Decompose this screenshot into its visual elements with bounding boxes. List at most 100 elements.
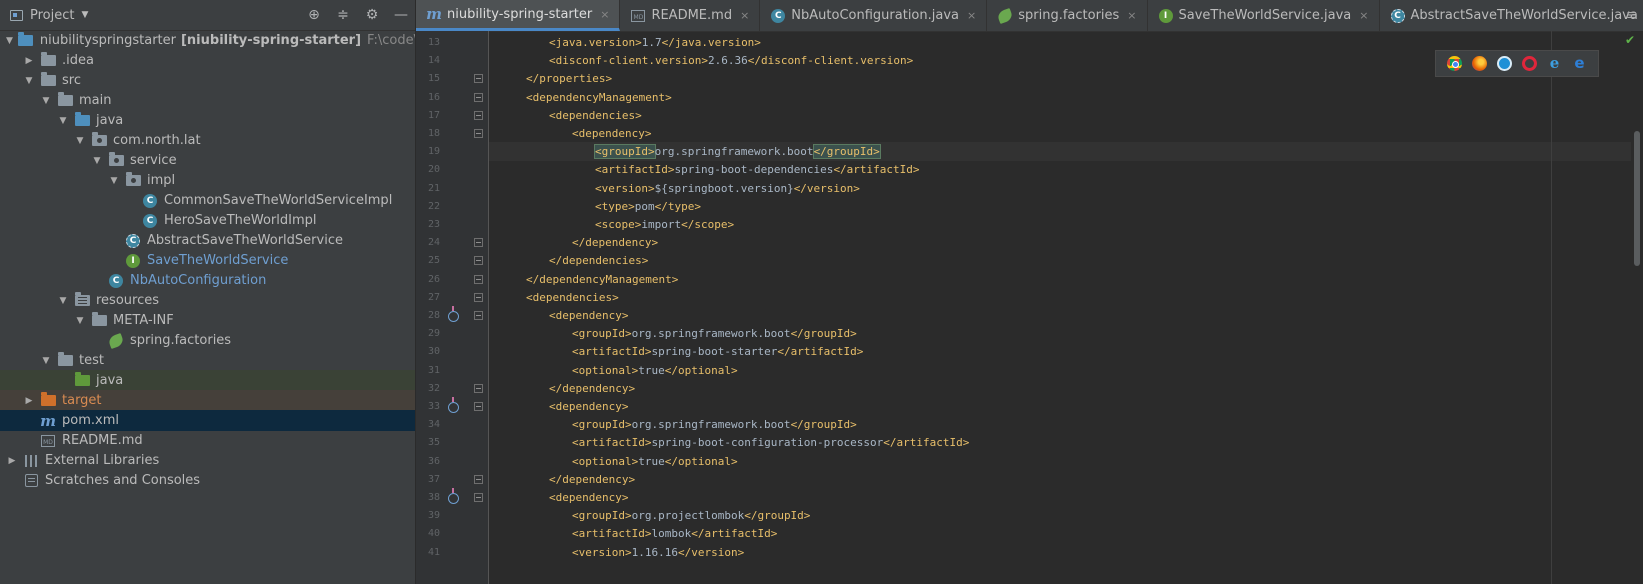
code-line[interactable]: </dependency>: [572, 233, 658, 252]
code-line[interactable]: <groupId> org.springframework.boot </group…: [572, 415, 857, 434]
collapse-icon[interactable]: ≑: [335, 7, 351, 23]
tree-item[interactable]: ▼ service: [0, 150, 415, 171]
code-line[interactable]: </dependency>: [549, 379, 635, 398]
fold-marker-icon[interactable]: [474, 129, 483, 138]
code-line[interactable]: </dependency>: [549, 470, 635, 489]
expand-arrow-icon[interactable]: ▼: [23, 76, 35, 86]
tree-item[interactable]: spring.factories: [0, 330, 415, 351]
editor-tab[interactable]: CAbstractSaveTheWorldService.java×: [1380, 0, 1643, 31]
code-line[interactable]: <groupId> org.projectlombok </groupId>: [572, 506, 810, 525]
collapse-arrow-icon[interactable]: ▶: [6, 456, 18, 466]
collapse-arrow-icon[interactable]: ▶: [23, 396, 35, 406]
tree-item[interactable]: m pom.xml: [0, 410, 415, 431]
expand-arrow-icon[interactable]: ▼: [40, 96, 52, 106]
tree-item[interactable]: Scratches and Consoles: [0, 470, 415, 491]
code-line[interactable]: <version> 1.16.16 </version>: [572, 543, 744, 562]
tree-item[interactable]: ▶ External Libraries: [0, 450, 415, 471]
fold-marker-icon[interactable]: [474, 110, 483, 120]
expand-arrow-icon[interactable]: ▼: [57, 116, 69, 126]
tree-item[interactable]: ▼ niubilityspringstarter [niubility-spring…: [0, 30, 415, 51]
tree-item[interactable]: C AbstractSaveTheWorldService: [0, 230, 415, 251]
dependency-gutter-icon[interactable]: [448, 397, 459, 413]
fold-marker-icon[interactable]: [474, 92, 483, 102]
tab-list-icon[interactable]: ≡: [1626, 0, 1637, 31]
code-line[interactable]: <groupId> org.springframework.boot </group…: [572, 324, 857, 343]
tree-item[interactable]: I SaveTheWorldService: [0, 250, 415, 271]
fold-marker-icon[interactable]: [474, 256, 483, 266]
close-icon[interactable]: ×: [967, 9, 976, 22]
opera-icon[interactable]: [1522, 56, 1537, 71]
expand-arrow-icon[interactable]: ▼: [108, 176, 120, 186]
code-line[interactable]: <dependency>: [549, 306, 628, 325]
scrollbar-thumb[interactable]: [1634, 131, 1640, 266]
inspection-ok-icon[interactable]: ✔: [1625, 33, 1635, 47]
project-view-selector[interactable]: Project ▼: [10, 8, 88, 23]
chrome-icon[interactable]: [1447, 56, 1462, 71]
code-editor[interactable]: <java.version> 1.7 </java.version> <disconf…: [489, 31, 1643, 584]
fold-marker-icon[interactable]: [474, 274, 483, 284]
code-line[interactable]: <dependency>: [549, 397, 628, 416]
ie-icon[interactable]: e: [1547, 56, 1562, 71]
fold-marker-icon[interactable]: [474, 474, 483, 484]
tree-item[interactable]: ▼ test: [0, 350, 415, 371]
fold-marker-icon[interactable]: [474, 74, 483, 84]
tree-item[interactable]: C HeroSaveTheWorldImpl: [0, 210, 415, 231]
expand-arrow-icon[interactable]: ▼: [74, 136, 86, 146]
editor-tab[interactable]: C NbAutoConfiguration.java ×: [760, 0, 988, 31]
code-line[interactable]: <dependencies>: [549, 106, 642, 125]
expand-arrow-icon[interactable]: ▼: [57, 296, 69, 306]
fold-marker-icon[interactable]: [474, 493, 483, 502]
expand-arrow-icon[interactable]: ▼: [40, 356, 52, 366]
tree-item[interactable]: C NbAutoConfiguration: [0, 270, 415, 291]
fold-marker-icon[interactable]: [474, 383, 483, 393]
code-line[interactable]: <scope> import </scope>: [595, 215, 734, 234]
code-line[interactable]: <version> ${springboot.version} </version>: [595, 179, 860, 198]
code-line[interactable]: <artifactId> spring-boot-configuration-pr…: [572, 433, 969, 452]
tree-item[interactable]: C CommonSaveTheWorldServiceImpl: [0, 190, 415, 211]
code-line[interactable]: <java.version> 1.7 </java.version>: [549, 33, 761, 52]
editor-tab[interactable]: m niubility-spring-starter ×: [416, 0, 621, 31]
tree-item[interactable]: ▼ META-INF: [0, 310, 415, 331]
expand-arrow-icon[interactable]: ▼: [91, 156, 103, 166]
fold-marker-icon[interactable]: [474, 238, 483, 248]
code-line[interactable]: <dependencyManagement>: [526, 88, 672, 107]
editor-tab[interactable]: spring.factories ×: [987, 0, 1148, 31]
tree-item[interactable]: ▼ java: [0, 110, 415, 131]
fold-marker-icon[interactable]: [474, 311, 483, 320]
code-line[interactable]: </properties>: [526, 69, 612, 88]
tree-item[interactable]: ▼ src: [0, 70, 415, 91]
safari-icon[interactable]: [1497, 56, 1512, 71]
close-icon[interactable]: ×: [600, 8, 609, 21]
edge-icon[interactable]: e: [1572, 56, 1587, 71]
editor-tab[interactable]: I SaveTheWorldService.java ×: [1148, 0, 1380, 31]
code-line[interactable]: <artifactId> spring-boot-starter </artifac…: [572, 342, 863, 361]
expand-arrow-icon[interactable]: ▼: [74, 316, 86, 326]
tree-item[interactable]: ▶ target: [0, 390, 415, 411]
tree-item[interactable]: ▼ impl: [0, 170, 415, 191]
tree-item[interactable]: ▶ .idea: [0, 50, 415, 71]
code-line[interactable]: </dependencyManagement>: [526, 270, 678, 289]
code-line[interactable]: <dependencies>: [526, 288, 619, 307]
code-line[interactable]: <artifactId> spring-boot-dependencies </ar…: [595, 160, 920, 179]
close-icon[interactable]: ×: [740, 9, 749, 22]
code-line[interactable]: <type> pom </type>: [595, 197, 701, 216]
code-line[interactable]: <groupId> org.springframework.boot </group…: [594, 142, 881, 161]
code-line[interactable]: <artifactId> lombok </artifactId>: [572, 524, 777, 543]
collapse-arrow-icon[interactable]: ▶: [23, 56, 35, 66]
target-icon[interactable]: ⊕: [306, 7, 322, 23]
code-line[interactable]: <optional> true </optional>: [572, 361, 738, 380]
close-icon[interactable]: ×: [1359, 9, 1368, 22]
tree-item[interactable]: ▼ resources: [0, 290, 415, 311]
tree-item[interactable]: ▼ main: [0, 90, 415, 111]
editor-scrollbar[interactable]: [1631, 31, 1643, 584]
fold-marker-icon[interactable]: [474, 402, 483, 411]
code-line[interactable]: <optional> true </optional>: [572, 452, 738, 471]
code-line[interactable]: </dependencies>: [549, 251, 648, 270]
close-icon[interactable]: ×: [1127, 9, 1136, 22]
dependency-gutter-icon[interactable]: [448, 306, 459, 322]
tree-item[interactable]: java: [0, 370, 415, 391]
tree-item[interactable]: MD README.md: [0, 430, 415, 451]
gear-icon[interactable]: ⚙: [364, 7, 380, 23]
expand-arrow-icon[interactable]: ▼: [6, 36, 13, 46]
code-line[interactable]: <disconf-client.version> 2.6.36 </disconf-…: [549, 51, 913, 70]
